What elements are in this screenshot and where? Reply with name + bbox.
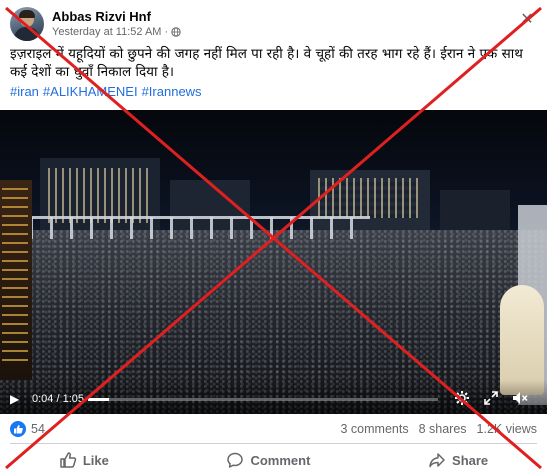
like-label: Like [82,452,109,468]
separator-dot: · [164,26,169,38]
divider [10,443,537,444]
share-button[interactable]: Share [404,447,512,473]
video-frame-windows [318,178,418,218]
video-frame-building [440,190,510,230]
post-header: Abbas Rizvi Hnf Yesterday at 11:52 AM · [10,6,181,42]
author-name[interactable]: Abbas Rizvi Hnf [52,9,181,25]
video-duration: 1:05 [62,393,85,405]
hashtag-link[interactable]: #iran [10,84,39,99]
post-timestamp[interactable]: Yesterday at 11:52 AM [52,25,161,39]
facebook-post: Abbas Rizvi Hnf Yesterday at 11:52 AM · … [0,0,547,474]
globe-icon [171,27,181,37]
stats-right: 3 comments 8 shares 1.2K views [341,422,538,436]
action-bar: Like Comment Share [0,446,547,474]
video-frame-windows [48,168,148,223]
share-count[interactable]: 8 shares [419,422,467,436]
fullscreen-icon[interactable] [482,390,500,408]
comment-icon [227,452,244,468]
comment-label: Comment [250,452,311,468]
like-icon [60,452,77,468]
time-separator: / [53,393,63,405]
volume-muted-icon[interactable] [511,390,529,408]
close-icon[interactable]: ✕ [519,12,535,28]
hashtag-link[interactable]: #ALIKHAMENEI [43,84,138,99]
hashtag-list: #iran #ALIKHAMENEI #Irannews [10,84,202,99]
post-stats: 54 3 comments 8 shares 1.2K views [10,420,537,438]
comment-count[interactable]: 3 comments [341,422,409,436]
reaction-count[interactable]: 54 [31,422,45,436]
video-frame-stand-lights [2,188,28,368]
video-player[interactable]: ▶ 0:04 / 1:05 [0,110,547,414]
time-row: Yesterday at 11:52 AM · [52,25,181,39]
comment-button[interactable]: Comment [202,447,334,473]
video-timecode: 0:04 / 1:05 [32,393,84,405]
share-icon [429,453,445,468]
play-icon[interactable]: ▶ [10,393,22,405]
settings-icon[interactable] [453,390,471,408]
hashtag-link[interactable]: #Irannews [142,84,202,99]
like-button[interactable]: Like [35,447,133,473]
post-text: इज़राइल में यहूदियों को छुपने की जगह नही… [10,46,523,80]
post-meta: Abbas Rizvi Hnf Yesterday at 11:52 AM · [52,9,181,39]
like-reaction-icon[interactable] [10,421,26,437]
video-progress-fill [88,398,109,401]
video-progress-bar[interactable] [88,398,438,401]
view-count: 1.2K views [476,422,537,436]
video-frame-umbrella [500,285,544,395]
avatar[interactable] [10,7,44,41]
video-frame-fence [30,217,370,239]
share-label: Share [452,452,489,468]
video-current-time: 0:04 [32,393,54,405]
